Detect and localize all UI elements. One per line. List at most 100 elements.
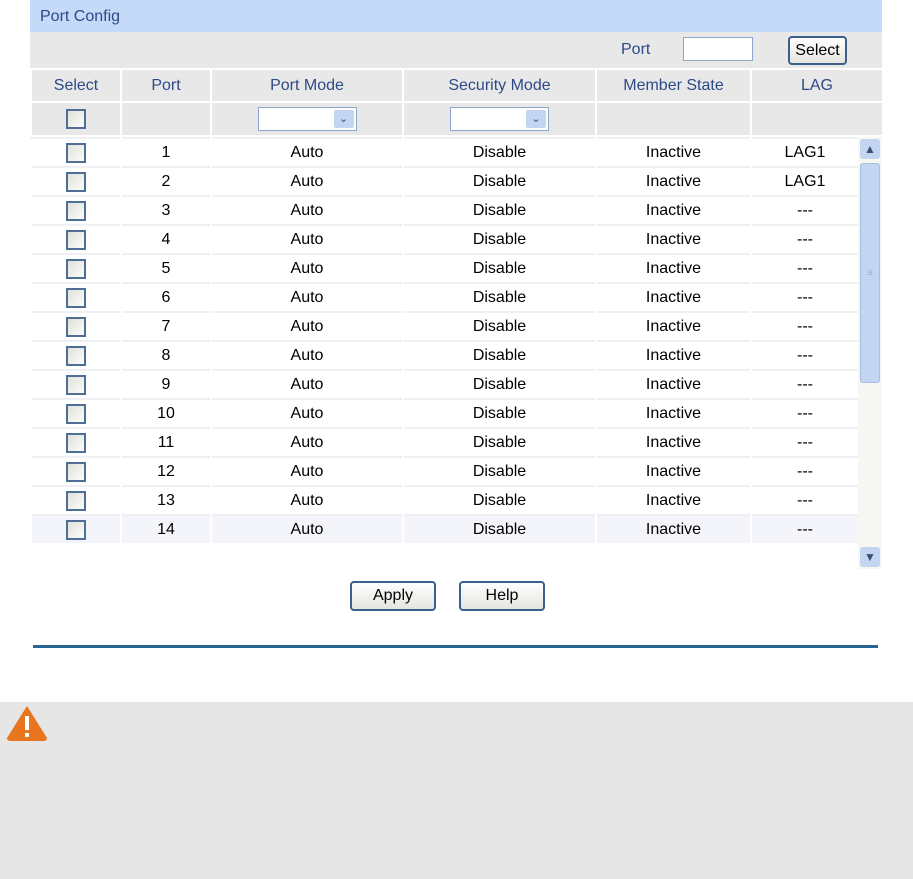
member-state-cell: Inactive xyxy=(595,456,752,486)
port-mode-cell: Auto xyxy=(210,311,404,341)
member-state-cell: Inactive xyxy=(595,427,752,457)
port-mode-cell: Auto xyxy=(210,137,404,167)
scroll-up-icon[interactable]: ▲ xyxy=(860,139,880,159)
row-checkbox[interactable] xyxy=(66,171,86,192)
security-mode-cell: Disable xyxy=(402,427,597,457)
security-mode-cell: Disable xyxy=(402,485,597,515)
scrollbar[interactable]: ▲ ≡ ▼ xyxy=(858,137,882,569)
port-mode-cell: Auto xyxy=(210,195,404,225)
security-mode-select[interactable]: ⌄ xyxy=(450,107,549,131)
port-cell: 5 xyxy=(120,253,212,283)
port-cell: 10 xyxy=(120,398,212,428)
row-checkbox[interactable] xyxy=(66,345,86,366)
row-checkbox[interactable] xyxy=(66,519,86,540)
table-row: 7 Auto Disable Inactive --- xyxy=(30,311,860,341)
port-cell: 8 xyxy=(120,340,212,370)
col-port-mode: Port Mode xyxy=(210,68,404,103)
port-cell: 7 xyxy=(120,311,212,341)
port-cell: 6 xyxy=(120,282,212,312)
divider xyxy=(33,645,878,648)
select-all-checkbox[interactable] xyxy=(66,109,86,129)
port-input[interactable] xyxy=(683,37,753,61)
col-security-mode: Security Mode xyxy=(402,68,597,103)
security-mode-cell: Disable xyxy=(402,369,597,399)
col-member-state: Member State xyxy=(595,68,752,103)
port-cell: 12 xyxy=(120,456,212,486)
table-row: 2 Auto Disable Inactive LAG1 xyxy=(30,166,860,196)
apply-button[interactable]: Apply xyxy=(350,581,436,611)
chevron-down-icon: ⌄ xyxy=(333,110,354,128)
lag-cell: --- xyxy=(750,514,860,543)
table-row: 12 Auto Disable Inactive --- xyxy=(30,456,860,486)
chevron-down-icon: ⌄ xyxy=(526,110,546,128)
security-mode-cell: Disable xyxy=(402,166,597,196)
port-cell: 14 xyxy=(120,514,212,543)
lag-cell: LAG1 xyxy=(750,137,860,167)
table-header: Select Port Port Mode Security Mode Memb… xyxy=(30,68,884,137)
table-row: 6 Auto Disable Inactive --- xyxy=(30,282,860,312)
row-checkbox[interactable] xyxy=(66,432,86,453)
port-mode-cell: Auto xyxy=(210,456,404,486)
security-mode-cell: Disable xyxy=(402,311,597,341)
table-row: 10 Auto Disable Inactive --- xyxy=(30,398,860,428)
port-mode-cell: Auto xyxy=(210,485,404,515)
scroll-down-icon[interactable]: ▼ xyxy=(860,547,880,567)
scroll-thumb[interactable]: ≡ xyxy=(860,163,880,383)
row-checkbox[interactable] xyxy=(66,403,86,424)
table-row: 9 Auto Disable Inactive --- xyxy=(30,369,860,399)
member-state-cell: Inactive xyxy=(595,340,752,370)
port-cell: 2 xyxy=(120,166,212,196)
security-mode-cell: Disable xyxy=(402,456,597,486)
member-state-cell: Inactive xyxy=(595,369,752,399)
port-mode-cell: Auto xyxy=(210,514,404,543)
port-cell: 11 xyxy=(120,427,212,457)
port-mode-cell: Auto xyxy=(210,398,404,428)
lag-cell: --- xyxy=(750,253,860,283)
note-box xyxy=(0,702,913,879)
member-state-cell: Inactive xyxy=(595,166,752,196)
help-button[interactable]: Help xyxy=(459,581,545,611)
table-row: 1 Auto Disable Inactive LAG1 xyxy=(30,137,860,167)
port-cell: 4 xyxy=(120,224,212,254)
port-cell: 3 xyxy=(120,195,212,225)
row-checkbox[interactable] xyxy=(66,142,86,163)
security-mode-cell: Disable xyxy=(402,137,597,167)
port-mode-cell: Auto xyxy=(210,427,404,457)
port-mode-cell: Auto xyxy=(210,282,404,312)
table-row: 13 Auto Disable Inactive --- xyxy=(30,485,860,515)
row-checkbox[interactable] xyxy=(66,316,86,337)
row-checkbox[interactable] xyxy=(66,258,86,279)
row-checkbox[interactable] xyxy=(66,229,86,250)
port-mode-cell: Auto xyxy=(210,224,404,254)
table-body: 1 Auto Disable Inactive LAG1 2 Auto Disa… xyxy=(30,137,882,569)
security-mode-cell: Disable xyxy=(402,195,597,225)
lag-cell: --- xyxy=(750,456,860,486)
member-state-cell: Inactive xyxy=(595,224,752,254)
port-mode-select[interactable]: ⌄ xyxy=(257,107,357,131)
port-cell: 13 xyxy=(120,485,212,515)
lag-cell: --- xyxy=(750,195,860,225)
security-mode-cell: Disable xyxy=(402,340,597,370)
port-mode-cell: Auto xyxy=(210,340,404,370)
lag-cell: --- xyxy=(750,427,860,457)
member-state-cell: Inactive xyxy=(595,282,752,312)
col-lag: LAG xyxy=(750,68,884,103)
panel-title: Port Config xyxy=(30,0,882,32)
row-checkbox[interactable] xyxy=(66,490,86,511)
security-mode-cell: Disable xyxy=(402,398,597,428)
warning-triangle-icon xyxy=(7,706,47,741)
row-checkbox[interactable] xyxy=(66,374,86,395)
lag-cell: --- xyxy=(750,340,860,370)
row-checkbox[interactable] xyxy=(66,200,86,221)
lag-cell: --- xyxy=(750,282,860,312)
security-mode-cell: Disable xyxy=(402,224,597,254)
select-port-button[interactable]: Select xyxy=(788,36,847,65)
table-row: 11 Auto Disable Inactive --- xyxy=(30,427,860,457)
row-checkbox[interactable] xyxy=(66,461,86,482)
port-mode-cell: Auto xyxy=(210,253,404,283)
security-mode-cell: Disable xyxy=(402,282,597,312)
row-checkbox[interactable] xyxy=(66,287,86,308)
port-label: Port xyxy=(621,41,651,58)
action-bar: Apply Help xyxy=(30,569,882,639)
member-state-cell: Inactive xyxy=(595,485,752,515)
